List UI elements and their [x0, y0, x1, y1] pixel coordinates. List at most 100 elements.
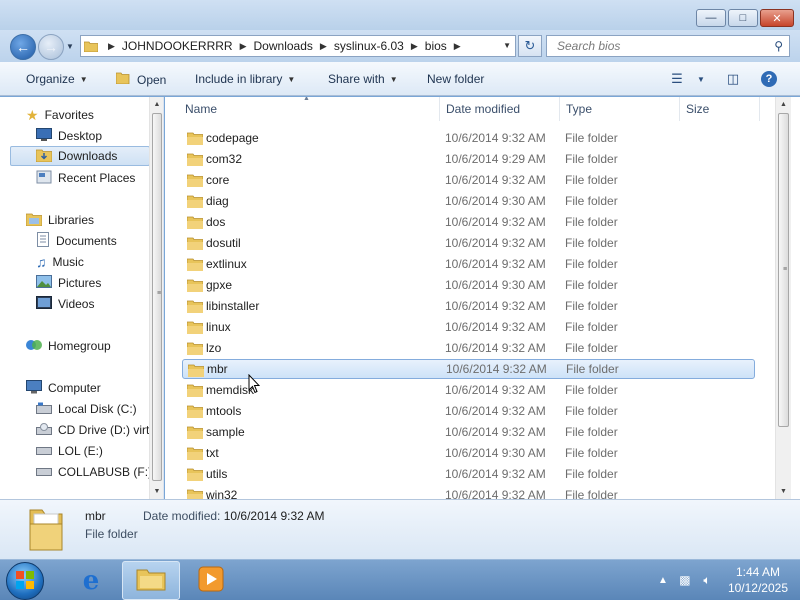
file-row[interactable]: mbr 10/6/2014 9:32 AM File folder — [182, 359, 755, 379]
address-bar[interactable]: ▶ JOHNDOOKERRRR ▶ Downloads ▶ syslinux-6… — [80, 35, 516, 57]
file-row[interactable]: extlinux 10/6/2014 9:32 AM File folder — [182, 254, 755, 274]
new-folder-button[interactable]: New folder — [427, 72, 484, 86]
show-hidden-icons-icon[interactable]: ▲ — [654, 571, 672, 589]
minimize-button[interactable]: — — [696, 9, 726, 27]
nav-desktop[interactable]: Desktop — [36, 126, 102, 146]
scroll-down-icon[interactable]: ▼ — [776, 488, 791, 495]
scroll-up-icon[interactable]: ▲ — [150, 101, 163, 108]
new-folder-label: New folder — [427, 72, 485, 86]
share-with-button[interactable]: Share with ▼ — [328, 72, 398, 86]
file-row[interactable]: win32 10/6/2014 9:32 AM File folder — [182, 485, 755, 499]
column-header-name[interactable]: ▲ Name — [179, 97, 440, 121]
column-header-label: Type — [566, 102, 593, 116]
file-date-modified: 10/6/2014 9:30 AM — [445, 446, 546, 460]
file-row[interactable]: sample 10/6/2014 9:32 AM File folder — [182, 422, 755, 442]
file-list-scroll-thumb[interactable]: ≡ — [778, 113, 789, 427]
column-header-size[interactable]: Size — [680, 97, 760, 121]
file-row[interactable]: utils 10/6/2014 9:32 AM File folder — [182, 464, 755, 484]
breadcrumb-separator[interactable]: ▶ — [108, 41, 115, 52]
forward-button[interactable]: → — [38, 34, 64, 60]
breadcrumb-separator[interactable]: ▶ — [411, 41, 418, 52]
nav-lol-drive[interactable]: LOL (E:) — [36, 441, 103, 461]
recent-pages-dropdown[interactable]: ▼ — [66, 42, 74, 51]
nav-label: CD Drive (D:) virt — [58, 423, 150, 437]
file-row[interactable]: com32 10/6/2014 9:29 AM File folder — [182, 149, 755, 169]
organize-button[interactable]: Organize ▼ — [26, 72, 88, 86]
taskbar-windows-explorer[interactable] — [122, 561, 180, 600]
breadcrumb-item[interactable]: Downloads — [254, 39, 313, 53]
file-row[interactable]: diag 10/6/2014 9:30 AM File folder — [182, 191, 755, 211]
file-row[interactable]: txt 10/6/2014 9:30 AM File folder — [182, 443, 755, 463]
preview-pane-button[interactable]: ◫ — [722, 70, 744, 88]
nav-collabusb-drive[interactable]: COLLABUSB (F:) — [36, 462, 152, 482]
usb-drive-icon — [36, 465, 52, 479]
file-name: memdisk — [206, 383, 255, 397]
nav-scrollbar[interactable]: ▲ ≡ ▼ — [149, 97, 163, 499]
nav-videos[interactable]: Videos — [36, 294, 94, 314]
file-row[interactable]: core 10/6/2014 9:32 AM File folder — [182, 170, 755, 190]
nav-cd-drive[interactable]: CD Drive (D:) virt — [36, 420, 149, 440]
clock-time: 1:44 AM — [735, 565, 780, 579]
file-row[interactable]: dosutil 10/6/2014 9:32 AM File folder — [182, 233, 755, 253]
nav-computer[interactable]: Computer — [26, 378, 101, 398]
file-row[interactable]: dos 10/6/2014 9:32 AM File folder — [182, 212, 755, 232]
nav-music[interactable]: ♫ Music — [36, 252, 84, 272]
open-button[interactable]: Open — [115, 72, 166, 87]
share-with-label: Share with — [328, 72, 385, 86]
file-type: File folder — [565, 404, 618, 418]
start-button[interactable] — [6, 562, 44, 600]
nav-recent-places[interactable]: Recent Places — [36, 168, 135, 188]
breadcrumb-item[interactable]: bios — [425, 39, 447, 53]
clock[interactable]: 1:44 AM 10/12/2025 — [728, 564, 788, 596]
scroll-up-icon[interactable]: ▲ — [776, 101, 791, 108]
scroll-grip-icon: ≡ — [157, 290, 162, 297]
volume-muted-icon[interactable]: 🔈︎ — [698, 571, 716, 589]
nav-libraries[interactable]: Libraries — [25, 210, 94, 230]
close-icon: ✕ — [772, 12, 782, 25]
close-button[interactable]: ✕ — [760, 9, 794, 27]
file-row[interactable]: mtools 10/6/2014 9:32 AM File folder — [182, 401, 755, 421]
file-row[interactable]: gpxe 10/6/2014 9:30 AM File folder — [182, 275, 755, 295]
organize-label: Organize — [26, 72, 75, 86]
back-button[interactable]: ← — [10, 34, 36, 60]
folder-icon — [186, 194, 204, 211]
include-in-library-button[interactable]: Include in library ▼ — [195, 72, 295, 86]
nav-favorites[interactable]: ★ Favorites — [26, 105, 94, 125]
file-row[interactable]: memdisk 10/6/2014 9:32 AM File folder — [182, 380, 755, 400]
network-icon[interactable]: ▩ — [676, 571, 694, 589]
nav-label: Computer — [48, 381, 101, 395]
change-view-button[interactable]: ☰ — [666, 70, 688, 88]
file-list-scrollbar[interactable]: ▲ ≡ ▼ — [775, 97, 791, 499]
details-name: mbr — [85, 509, 106, 523]
search-icon[interactable]: ⚲ — [774, 39, 783, 53]
breadcrumb-separator[interactable]: ▶ — [240, 41, 247, 52]
nav-scroll-thumb[interactable]: ≡ — [152, 113, 162, 481]
address-dropdown-icon[interactable]: ▼ — [503, 41, 511, 50]
help-button[interactable]: ? — [758, 70, 780, 88]
file-row[interactable]: libinstaller 10/6/2014 9:32 AM File folder — [182, 296, 755, 316]
search-input[interactable]: Search bios ⚲ — [546, 35, 790, 57]
taskbar-media-player[interactable] — [182, 561, 240, 600]
breadcrumb-separator[interactable]: ▶ — [320, 41, 327, 52]
breadcrumb-separator[interactable]: ▶ — [454, 41, 461, 52]
nav-local-disk[interactable]: Local Disk (C:) — [36, 399, 137, 419]
view-options-dropdown[interactable]: ▼ — [690, 70, 712, 88]
nav-pictures[interactable]: Pictures — [36, 273, 101, 293]
scroll-down-icon[interactable]: ▼ — [150, 488, 163, 495]
nav-downloads[interactable]: Downloads — [10, 146, 150, 166]
taskbar-internet-explorer[interactable]: e — [62, 561, 120, 600]
column-header-date-modified[interactable]: Date modified — [440, 97, 560, 121]
breadcrumb-item[interactable]: JOHNDOOKERRRR — [122, 39, 233, 53]
nav-documents[interactable]: Documents — [36, 231, 117, 251]
file-row[interactable]: lzo 10/6/2014 9:32 AM File folder — [182, 338, 755, 358]
file-row[interactable]: codepage 10/6/2014 9:32 AM File folder — [182, 128, 755, 148]
refresh-button[interactable]: ↻ — [518, 35, 542, 57]
breadcrumb-item[interactable]: syslinux-6.03 — [334, 39, 404, 53]
folder-icon — [186, 320, 204, 337]
column-header-type[interactable]: Type — [560, 97, 680, 121]
file-row[interactable]: linux 10/6/2014 9:32 AM File folder — [182, 317, 755, 337]
open-folder-icon — [115, 72, 132, 87]
folder-icon — [186, 173, 204, 190]
nav-homegroup[interactable]: Homegroup — [26, 336, 111, 356]
maximize-button[interactable]: □ — [728, 9, 758, 27]
